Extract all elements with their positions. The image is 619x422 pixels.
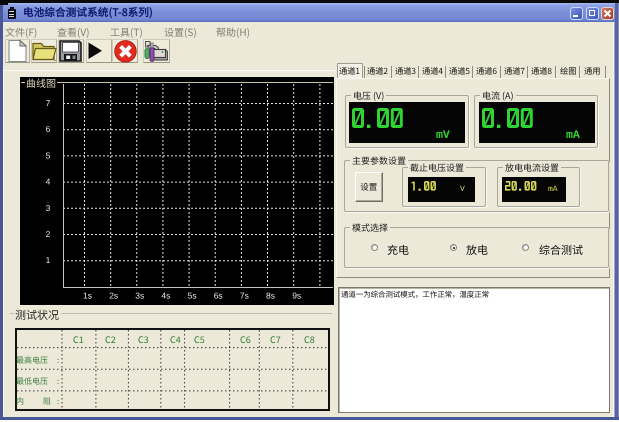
svg-text:mV: mV — [436, 129, 450, 142]
svg-text:2s: 2s — [109, 291, 118, 301]
svg-text:mA: mA — [566, 129, 580, 142]
svg-text:5: 5 — [46, 150, 51, 160]
svg-text:2: 2 — [46, 229, 51, 239]
svg-text:mA: mA — [548, 185, 558, 194]
svg-text:6: 6 — [46, 124, 51, 134]
svg-text:7s: 7s — [240, 291, 249, 301]
svg-text:3s: 3s — [135, 291, 144, 301]
svg-text:V: V — [460, 185, 465, 194]
svg-text:9s: 9s — [292, 291, 301, 301]
svg-text:4: 4 — [46, 177, 51, 187]
svg-text:7: 7 — [46, 98, 51, 108]
svg-text:6s: 6s — [214, 291, 223, 301]
svg-text:5s: 5s — [188, 291, 197, 301]
svg-text:8s: 8s — [266, 291, 275, 301]
svg-text:4s: 4s — [161, 291, 170, 301]
svg-text:3: 3 — [46, 203, 51, 213]
svg-text:1s: 1s — [83, 291, 92, 301]
svg-text:1: 1 — [46, 255, 51, 265]
